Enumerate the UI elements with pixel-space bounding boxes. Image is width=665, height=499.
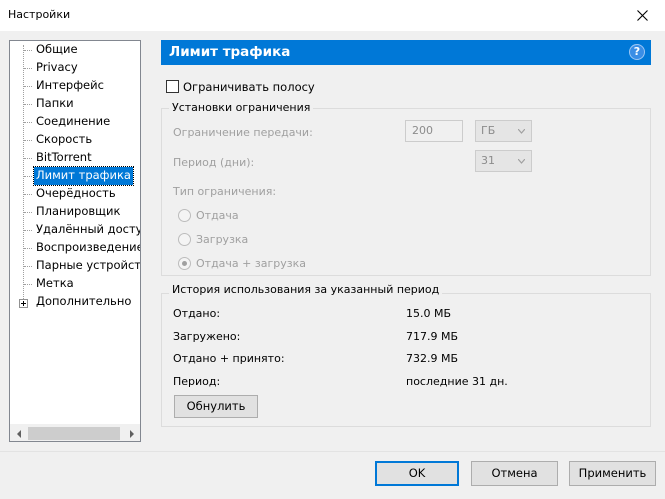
- scroll-left-icon[interactable]: [10, 425, 27, 441]
- radio-download-label[interactable]: Загрузка: [196, 233, 248, 246]
- tree-connector: [24, 86, 32, 87]
- period-select[interactable]: 31: [475, 150, 532, 172]
- tree-item-connection[interactable]: Соединение: [34, 113, 112, 131]
- tree-horizontal-scrollbar[interactable]: [10, 424, 140, 441]
- window-title: Настройки: [8, 8, 71, 21]
- period-label: Период (дни):: [173, 156, 255, 169]
- tree-item-speed[interactable]: Скорость: [34, 131, 94, 149]
- limit-settings-group-title: Установки ограничения: [169, 101, 314, 114]
- transfer-unit-select[interactable]: ГБ: [475, 120, 532, 142]
- tree-connector: [24, 176, 32, 177]
- reset-button[interactable]: Обнулить: [174, 395, 258, 418]
- tree-connector: [24, 230, 32, 231]
- uploaded-label: Отдано:: [173, 307, 221, 320]
- tree-item-queueing[interactable]: Очерёдность: [34, 185, 118, 203]
- page-header: Лимит трафика ?: [161, 40, 651, 65]
- tree-item-paired-devices[interactable]: Парные устройства: [34, 257, 140, 275]
- scrollbar-thumb[interactable]: [28, 427, 120, 440]
- chevron-down-icon: [518, 159, 525, 164]
- tree-item-bittorrent[interactable]: BitTorrent: [34, 149, 94, 167]
- radio-upload-download-label[interactable]: Отдача + загрузка: [196, 257, 306, 270]
- tree-item-scheduler[interactable]: Планировщик: [34, 203, 122, 221]
- page-title: Лимит трафика: [169, 44, 291, 60]
- tree-item-label[interactable]: Метка: [34, 275, 76, 293]
- tree-connector: [24, 158, 32, 159]
- tree-connector: [24, 266, 32, 267]
- tree-connector: [24, 122, 32, 123]
- close-icon[interactable]: [619, 0, 665, 31]
- footer-separator: [0, 451, 665, 452]
- radio-upload-download[interactable]: [178, 257, 191, 270]
- tree-item-folders[interactable]: Папки: [34, 95, 76, 113]
- period-history-label: Период:: [173, 375, 221, 388]
- tree-item-advanced[interactable]: Дополнительно: [34, 293, 133, 311]
- tree-connector: [24, 68, 32, 69]
- period-history-value: последние 31 дн.: [406, 375, 508, 388]
- tree-connector: [24, 248, 32, 249]
- radio-upload[interactable]: [178, 209, 191, 222]
- help-icon[interactable]: ?: [629, 44, 645, 60]
- total-label: Отдано + принято:: [173, 352, 285, 365]
- transfer-unit-value: ГБ: [481, 124, 496, 137]
- limit-type-label: Тип ограничения:: [173, 185, 277, 198]
- transfer-limit-label: Ограничение передачи:: [173, 126, 313, 139]
- tree-connector: [24, 50, 32, 51]
- scroll-right-icon[interactable]: [123, 425, 140, 441]
- tree-item-general[interactable]: Общие: [34, 41, 80, 59]
- tree-connector: [24, 104, 32, 105]
- downloaded-label: Загружено:: [173, 330, 241, 343]
- radio-upload-label[interactable]: Отдача: [196, 209, 239, 222]
- radio-download[interactable]: [178, 233, 191, 246]
- tree-item-interface[interactable]: Интерфейс: [34, 77, 106, 95]
- downloaded-value: 717.9 МБ: [406, 330, 459, 343]
- ok-button[interactable]: OK: [375, 461, 459, 486]
- tree-item-playback[interactable]: Воспроизведение: [34, 239, 140, 257]
- usage-history-group-title: История использования за указанный перио…: [169, 283, 443, 296]
- tree-connector: [24, 284, 32, 285]
- limit-bandwidth-label[interactable]: Ограничивать полосу: [183, 80, 315, 94]
- chevron-down-icon: [518, 129, 525, 134]
- tree-item-remote-access[interactable]: Удалённый доступ: [34, 221, 140, 239]
- tree-item-privacy[interactable]: Privacy: [34, 59, 80, 77]
- apply-button[interactable]: Применить: [569, 461, 656, 486]
- tree-connector: [24, 140, 32, 141]
- settings-tree[interactable]: Общие Privacy Интерфейс Папки Соединение…: [9, 40, 141, 442]
- cancel-button[interactable]: Отмена: [471, 461, 558, 486]
- tree-items: Общие Privacy Интерфейс Папки Соединение…: [10, 41, 140, 425]
- period-value: 31: [481, 154, 495, 167]
- total-value: 732.9 МБ: [406, 352, 459, 365]
- transfer-limit-input[interactable]: 200: [405, 120, 463, 142]
- tree-connector: [24, 194, 32, 195]
- tree-line: [23, 45, 24, 301]
- expand-plus-icon[interactable]: [19, 299, 28, 308]
- uploaded-value: 15.0 МБ: [406, 307, 452, 320]
- tree-item-traffic-limit[interactable]: Лимит трафика: [33, 166, 134, 186]
- title-bar: Настройки: [0, 0, 665, 31]
- tree-connector: [24, 212, 32, 213]
- limit-bandwidth-checkbox[interactable]: [166, 80, 179, 93]
